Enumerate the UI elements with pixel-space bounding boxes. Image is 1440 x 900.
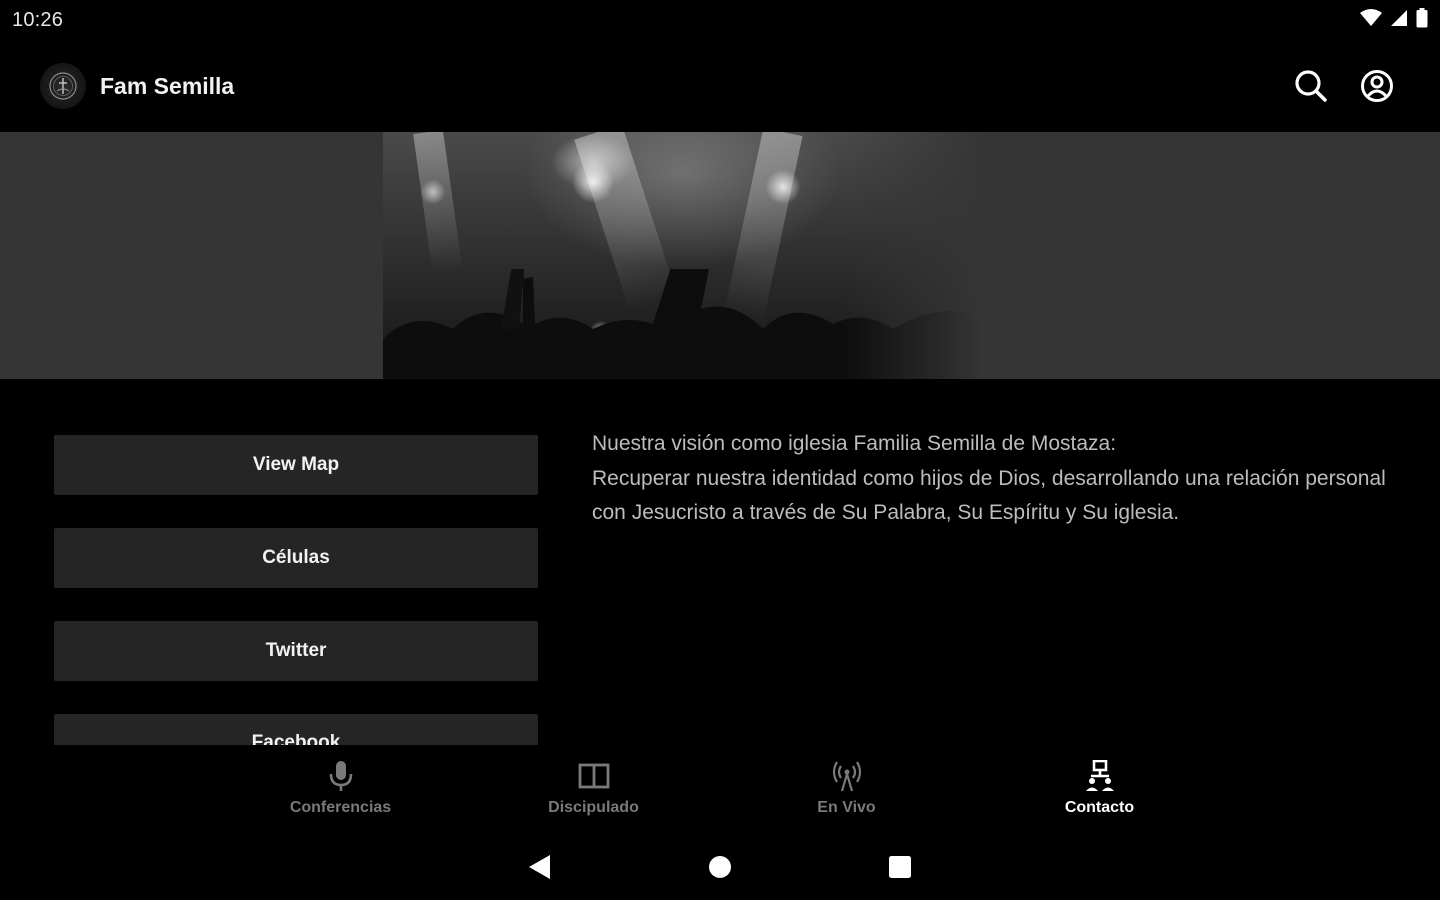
vision-heading: Nuestra visión como iglesia Familia Semi… — [592, 432, 1117, 455]
vision-text: Nuestra visión como iglesia Familia Semi… — [592, 427, 1392, 531]
worship-concert-photo — [383, 132, 983, 379]
banner — [0, 132, 1440, 379]
nav-item-contacto[interactable]: Contacto — [973, 745, 1226, 833]
twitter-button[interactable]: Twitter — [54, 621, 538, 681]
search-icon[interactable] — [1294, 69, 1328, 103]
church-logo-icon[interactable] — [40, 63, 86, 109]
nav-label: Conferencias — [289, 799, 392, 816]
app-bar-actions — [1294, 69, 1400, 103]
facebook-button[interactable]: Facebook — [54, 714, 538, 745]
system-navigation — [0, 833, 1440, 900]
app-bar: Fam Semilla — [0, 40, 1440, 132]
app-title: Fam Semilla — [100, 72, 235, 99]
celulas-button[interactable]: Células — [54, 528, 538, 588]
view-map-button[interactable]: View Map — [54, 435, 538, 495]
recents-icon[interactable] — [885, 852, 915, 882]
nav-item-discipulado[interactable]: Discipulado — [467, 745, 720, 833]
home-icon[interactable] — [705, 852, 735, 882]
nav-item-en-vivo[interactable]: En Vivo — [720, 745, 973, 833]
battery-icon — [1416, 7, 1428, 33]
nav-item-conferencias[interactable]: Conferencias — [214, 745, 467, 833]
nav-label: Contacto — [1064, 799, 1135, 816]
signal-icon — [1390, 9, 1408, 32]
nav-label: Discipulado — [548, 799, 639, 816]
microphone-icon — [324, 759, 358, 793]
status-icons — [1360, 7, 1428, 33]
contact-buttons-list[interactable]: View Map Células Twitter Facebook — [54, 379, 538, 745]
broadcast-icon — [830, 759, 864, 793]
wifi-icon — [1360, 8, 1382, 32]
back-icon[interactable] — [525, 852, 555, 882]
book-icon — [577, 759, 611, 793]
nav-label: En Vivo — [817, 799, 876, 816]
contact-icon — [1083, 759, 1117, 793]
status-time: 10:26 — [12, 8, 64, 31]
vision-body: Recuperar nuestra identidad como hijos d… — [592, 466, 1386, 525]
bottom-navigation: Conferencias Discipulado En Vivo Contact… — [0, 745, 1440, 833]
status-bar: 10:26 — [0, 0, 1440, 40]
account-icon[interactable] — [1360, 69, 1394, 103]
